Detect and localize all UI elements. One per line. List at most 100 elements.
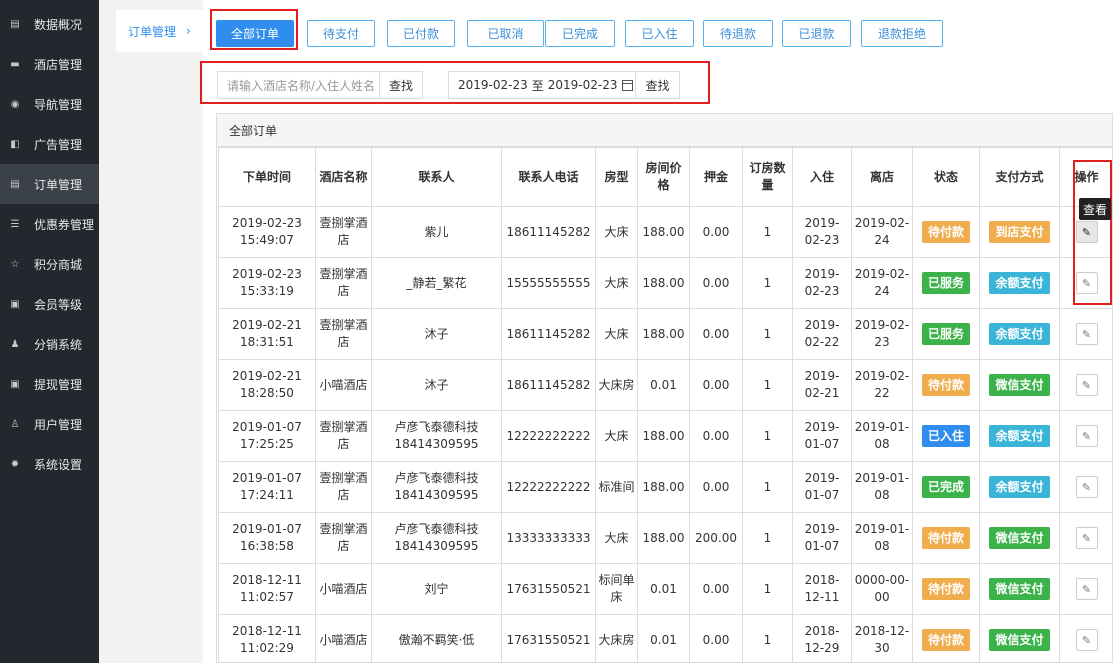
table-cell: 壹捌掌酒店 bbox=[315, 410, 372, 462]
date-separator: 至 bbox=[531, 78, 544, 93]
table-cell: 13333333333 bbox=[501, 512, 596, 564]
sidebar-item[interactable]: ▬ 酒店管理 bbox=[0, 44, 99, 84]
column-header: 离店 bbox=[851, 147, 913, 207]
sidebar-item[interactable]: ◉ 导航管理 bbox=[0, 84, 99, 124]
tab[interactable]: 全部订单 bbox=[216, 20, 294, 47]
table-cell: 0.00 bbox=[689, 206, 743, 258]
pencil-icon: ✎ bbox=[1081, 633, 1092, 647]
payment-cell: 到店支付 bbox=[979, 206, 1060, 258]
table-cell: 大床 bbox=[595, 512, 638, 564]
payment-badge: 微信支付 bbox=[989, 629, 1050, 651]
edit-button[interactable]: ✎ bbox=[1075, 425, 1098, 447]
tab[interactable]: 待退款 bbox=[703, 20, 773, 47]
table-cell: 2019-02-23 15:49:07 bbox=[218, 206, 316, 258]
table-cell: 2018-12-11 11:02:29 bbox=[218, 614, 316, 663]
gear-icon: ✹ bbox=[10, 458, 20, 470]
table-cell: 紫儿 bbox=[371, 206, 502, 258]
sidebar-item[interactable]: ☰ 优惠券管理 bbox=[0, 204, 99, 244]
table-cell: 壹捌掌酒店 bbox=[315, 461, 372, 513]
column-header: 酒店名称 bbox=[315, 147, 372, 207]
table-cell: 2018-12-30 bbox=[851, 614, 913, 663]
table-header-row: 下单时间 酒店名称 联系人 联系人电话 房型 房间价格 押金 订房数量 入住 离店 状态 支付方式 操作 bbox=[218, 147, 1113, 207]
table-cell: 188.00 bbox=[637, 461, 690, 513]
sidebar-item-label: 分销系统 bbox=[34, 337, 83, 352]
sidebar-item[interactable]: ♟ 分销系统 bbox=[0, 324, 99, 364]
tab[interactable]: 退款拒绝 bbox=[861, 20, 943, 47]
menu-icon: ☰ bbox=[10, 218, 20, 230]
payment-cell: 微信支付 bbox=[979, 359, 1060, 411]
pencil-icon: ✎ bbox=[1081, 582, 1092, 596]
tab[interactable]: 已付款 bbox=[387, 20, 455, 47]
date-search-button[interactable]: 查找 bbox=[635, 71, 680, 99]
status-badge: 待付款 bbox=[921, 374, 970, 396]
sidebar-item[interactable]: ▣ 提现管理 bbox=[0, 364, 99, 404]
sidebar-item[interactable]: ☆ 积分商城 bbox=[0, 244, 99, 284]
view-tooltip: 查看 bbox=[1079, 198, 1111, 220]
edit-button[interactable]: ✎ bbox=[1075, 629, 1098, 651]
search-input[interactable]: 请输入酒店名称/入住人姓名 bbox=[217, 71, 379, 99]
edit-button[interactable]: ✎ bbox=[1075, 272, 1098, 294]
action-cell: ✎ bbox=[1059, 512, 1113, 564]
sidebar-item[interactable]: ▤ 数据概况 bbox=[0, 4, 99, 44]
edit-button[interactable]: ✎ bbox=[1075, 578, 1098, 600]
table-cell: _静若_繁花 bbox=[371, 257, 502, 309]
edit-button[interactable]: ✎ bbox=[1075, 221, 1098, 243]
subnav-item-orders[interactable]: 订单管理 › bbox=[116, 10, 203, 52]
table-cell: 2019-01-07 bbox=[792, 410, 852, 462]
column-header: 房型 bbox=[595, 147, 638, 207]
tab[interactable]: 待支付 bbox=[307, 20, 375, 47]
payment-badge: 余额支付 bbox=[989, 476, 1050, 498]
tab[interactable]: 已入住 bbox=[625, 20, 694, 47]
sidebar-item[interactable]: ◧ 广告管理 bbox=[0, 124, 99, 164]
status-badge: 已完成 bbox=[921, 476, 970, 498]
table-cell: 傲瀚不羁笑·低 bbox=[371, 614, 502, 663]
table-cell: 大床 bbox=[595, 257, 638, 309]
table-cell: 2019-01-07 16:38:58 bbox=[218, 512, 316, 564]
table-cell: 沐子 bbox=[371, 308, 502, 360]
sidebar-item[interactable]: ✹ 系统设置 bbox=[0, 444, 99, 484]
table-cell: 1 bbox=[742, 359, 793, 411]
tab[interactable]: 已退款 bbox=[782, 20, 851, 47]
pencil-icon: ✎ bbox=[1081, 480, 1092, 494]
sidebar-item[interactable]: ♙ 用户管理 bbox=[0, 404, 99, 444]
status-badge: 已服务 bbox=[921, 272, 970, 294]
table-cell: 1 bbox=[742, 614, 793, 663]
table-cell: 17631550521 bbox=[501, 614, 596, 663]
gift-icon: ◧ bbox=[10, 138, 20, 150]
status-badge: 待付款 bbox=[921, 578, 970, 600]
table-row: 2019-01-07 16:38:58 壹捌掌酒店 卢彦飞泰德科技 18414309… bbox=[218, 512, 1113, 564]
table-row: 2018-12-11 11:02:29 小喵酒店 傲瀚不羁笑·低 1763155052… bbox=[218, 614, 1113, 663]
edit-button[interactable]: ✎ bbox=[1075, 374, 1098, 396]
edit-button[interactable]: ✎ bbox=[1075, 323, 1098, 345]
table-cell: 12222222222 bbox=[501, 461, 596, 513]
date-range-picker[interactable]: 2019-02-23 至 2019-02-23 bbox=[448, 71, 636, 99]
status-cell: 待付款 bbox=[912, 563, 980, 615]
sidebar-item[interactable]: ▣ 会员等级 bbox=[0, 284, 99, 324]
pencil-icon: ✎ bbox=[1081, 327, 1092, 341]
table-cell: 1 bbox=[742, 206, 793, 258]
tab[interactable]: 已完成 bbox=[545, 20, 615, 47]
search-button[interactable]: 查找 bbox=[379, 71, 423, 99]
table-cell: 0.00 bbox=[689, 359, 743, 411]
tab[interactable]: 已取消 bbox=[467, 20, 544, 47]
star-icon: ☆ bbox=[10, 258, 20, 270]
table-cell: 1 bbox=[742, 461, 793, 513]
user-icon: ♙ bbox=[10, 418, 20, 430]
table-cell: 2019-02-22 bbox=[851, 359, 913, 411]
edit-button[interactable]: ✎ bbox=[1075, 527, 1098, 549]
pencil-icon: ✎ bbox=[1081, 378, 1092, 392]
status-cell: 待付款 bbox=[912, 614, 980, 663]
table-cell: 1 bbox=[742, 308, 793, 360]
search-placeholder: 请输入酒店名称/入住人姓名 bbox=[227, 78, 376, 93]
table-cell: 大床 bbox=[595, 410, 638, 462]
edit-button[interactable]: ✎ bbox=[1075, 476, 1098, 498]
table-cell: 1 bbox=[742, 512, 793, 564]
payment-cell: 余额支付 bbox=[979, 308, 1060, 360]
action-cell: ✎ bbox=[1059, 410, 1113, 462]
date-end: 2019-02-23 bbox=[547, 78, 618, 92]
action-cell: ✎ bbox=[1059, 563, 1113, 615]
action-cell: ✎ bbox=[1059, 614, 1113, 663]
status-badge: 已入住 bbox=[921, 425, 970, 447]
sidebar-item[interactable]: ▤ 订单管理 bbox=[0, 164, 99, 204]
table-cell: 壹捌掌酒店 bbox=[315, 308, 372, 360]
